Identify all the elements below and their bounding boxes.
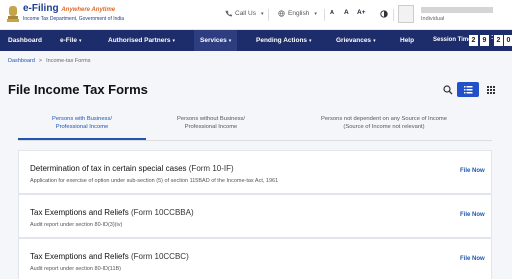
nav-pending-actions-label: Pending Actions xyxy=(256,37,308,44)
chevron-down-icon: ▾ xyxy=(314,10,317,17)
session-digit: 9 xyxy=(480,35,489,46)
font-size-normal-button[interactable]: A xyxy=(344,9,349,16)
form-description: Audit report under section 80-ID(3)(iv) xyxy=(30,222,123,228)
tab-persons-with-business-income[interactable]: Persons with Business/ Professional Inco… xyxy=(18,110,146,140)
form-title: Determination of tax in certain special … xyxy=(30,164,234,173)
logo-tagline: Anywhere Anytime xyxy=(61,7,116,13)
nav-services-label: Services xyxy=(200,37,227,44)
language-dropdown[interactable]: English ▾ xyxy=(278,10,317,17)
tab-label: Persons without Business/ xyxy=(177,116,245,122)
user-role: Individual xyxy=(421,16,445,22)
chevron-down-icon: ▾ xyxy=(172,38,176,44)
form-title-text: Tax Exemptions and Reliefs xyxy=(30,252,129,261)
form-code: (Form 10-IF) xyxy=(188,164,234,173)
form-title: Tax Exemptions and Reliefs (Form 10CCBBA… xyxy=(30,208,194,217)
language-label: English xyxy=(288,10,310,17)
tabs-divider xyxy=(18,140,492,141)
form-title-text: Determination of tax in certain special … xyxy=(30,164,187,173)
chevron-down-icon: ▾ xyxy=(78,38,82,44)
form-card[interactable]: Tax Exemptions and Reliefs (Form 10CCBC)… xyxy=(18,238,492,279)
main-nav: Dashboard e-File ▾ Authorised Partners ▾ S… xyxy=(0,30,512,51)
form-title-text: Tax Exemptions and Reliefs xyxy=(30,208,129,217)
file-now-link[interactable]: File Now xyxy=(460,168,485,174)
form-code: (Form 10CCBC) xyxy=(130,252,189,261)
tab-label: (Source of Income not relevant) xyxy=(343,124,425,130)
form-card[interactable]: Tax Exemptions and Reliefs (Form 10CCBBA… xyxy=(18,194,492,238)
nav-dashboard[interactable]: Dashboard xyxy=(8,30,42,51)
form-description: Application for exercise of option under… xyxy=(30,178,279,184)
tab-label: Professional Income xyxy=(55,124,109,130)
taxpayer-category-tabs: Persons with Business/ Professional Inco… xyxy=(18,110,492,140)
form-card[interactable]: Determination of tax in certain special … xyxy=(18,150,492,194)
tab-label: Professional Income xyxy=(184,124,238,130)
breadcrumb: Dashboard > Income-tax Forms xyxy=(8,58,90,64)
avatar[interactable] xyxy=(398,5,414,23)
chevron-down-icon: ▾ xyxy=(228,38,232,44)
nav-pending-actions[interactable]: Pending Actions ▾ xyxy=(256,30,312,51)
logo-title: e-Filing Anywhere Anytime xyxy=(23,3,116,14)
user-name-redacted[interactable] xyxy=(421,7,493,13)
breadcrumb-dashboard[interactable]: Dashboard xyxy=(8,58,35,64)
nav-efile-label: e-File xyxy=(60,37,77,44)
contrast-icon[interactable] xyxy=(380,10,388,18)
nav-authorised-partners-label: Authorised Partners xyxy=(108,37,171,44)
form-code: (Form 10CCBBA) xyxy=(130,208,194,217)
breadcrumb-current: Income-tax Forms xyxy=(46,58,91,64)
top-header: e-Filing Anywhere Anytime Income Tax Dep… xyxy=(0,0,512,30)
chevron-down-icon: ▾ xyxy=(373,38,376,44)
file-now-link[interactable]: File Now xyxy=(460,212,485,218)
session-colon: : xyxy=(491,34,494,41)
call-us-label: Call Us xyxy=(235,10,256,17)
session-time-label: Session Time xyxy=(433,37,472,43)
nav-grievances[interactable]: Grievances ▾ xyxy=(336,30,376,51)
grid-view-button[interactable] xyxy=(481,82,501,97)
page-title: File Income Tax Forms xyxy=(8,82,148,97)
tab-persons-without-business-income[interactable]: Persons without Business/ Professional I… xyxy=(146,110,276,140)
efiling-logo[interactable]: e-Filing Anywhere Anytime Income Tax Dep… xyxy=(6,3,146,27)
nav-help[interactable]: Help xyxy=(400,30,414,51)
search-icon[interactable] xyxy=(443,85,453,95)
nav-efile[interactable]: e-File ▾ xyxy=(60,30,82,51)
phone-icon xyxy=(225,10,232,17)
emblem-icon xyxy=(7,6,19,22)
nav-services[interactable]: Services ▾ xyxy=(194,30,238,51)
call-us-dropdown[interactable]: Call Us ▾ xyxy=(225,10,263,17)
chevron-down-icon: ▾ xyxy=(260,10,264,17)
chevron-down-icon: ▾ xyxy=(309,38,312,44)
breadcrumb-separator: > xyxy=(38,58,43,64)
session-digit: 2 xyxy=(469,35,478,46)
nav-authorised-partners[interactable]: Authorised Partners ▾ xyxy=(108,30,175,51)
divider xyxy=(393,9,394,21)
nav-grievances-label: Grievances xyxy=(336,37,372,44)
font-size-large-button[interactable]: A+ xyxy=(357,9,366,16)
logo-subtitle: Income Tax Department, Government of Ind… xyxy=(23,16,125,22)
form-description: Audit report under section 80-ID(11B) xyxy=(30,266,121,272)
session-digit: 0 xyxy=(504,35,512,46)
divider xyxy=(324,9,325,21)
file-now-link[interactable]: File Now xyxy=(460,256,485,262)
grid-icon xyxy=(487,86,495,94)
tab-persons-not-dependent-on-income[interactable]: Persons not dependent on any Source of I… xyxy=(276,110,492,140)
divider xyxy=(268,9,269,21)
font-size-small-button[interactable]: A xyxy=(330,10,334,16)
globe-icon xyxy=(278,10,285,17)
list-view-button[interactable] xyxy=(457,82,479,97)
session-digit: 2 xyxy=(494,35,503,46)
list-icon xyxy=(464,86,473,94)
tab-label: Persons not dependent on any Source of I… xyxy=(320,116,447,122)
tab-label: Persons with Business/ xyxy=(52,116,112,122)
form-title: Tax Exemptions and Reliefs (Form 10CCBC) xyxy=(30,252,189,261)
